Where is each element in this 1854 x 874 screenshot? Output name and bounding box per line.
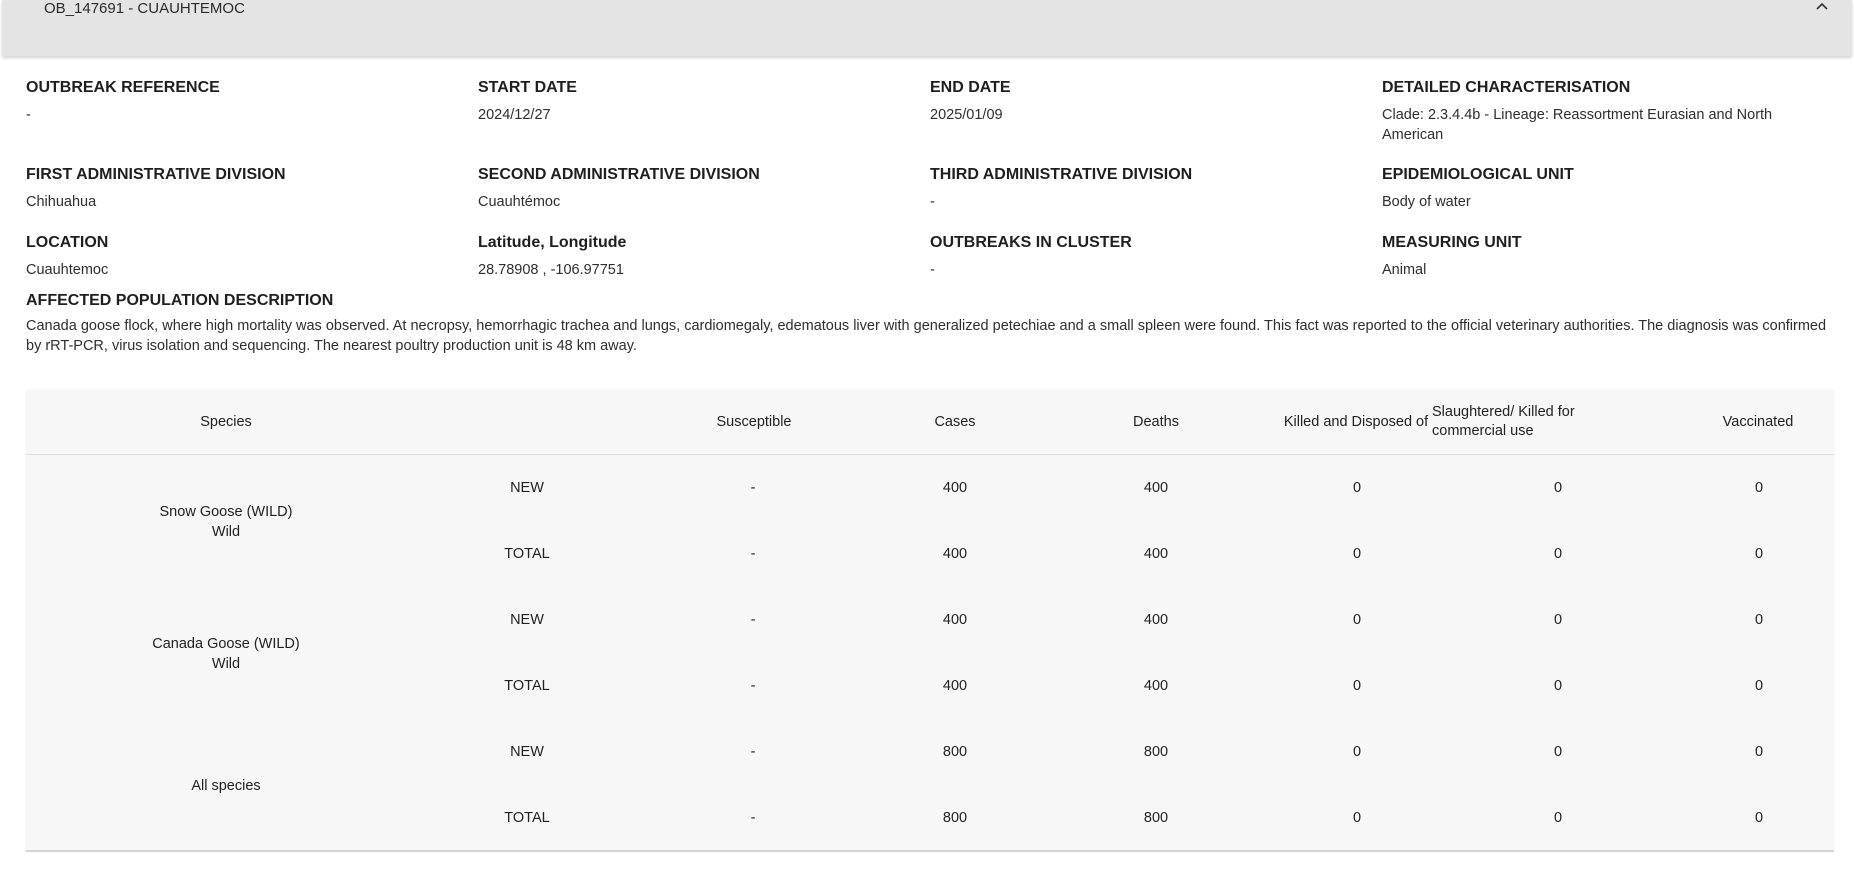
cell-cases: 400: [942, 546, 968, 562]
field-start-date: START DATE 2024/12/27: [478, 78, 577, 125]
cell-vaccinated: 0: [1754, 678, 1764, 694]
header-species: Species: [200, 413, 252, 430]
row-type: NEW: [510, 744, 544, 760]
field-second-admin-division: SECOND ADMINISTRATIVE DIVISION Cuauhtémo…: [478, 165, 760, 212]
row-type: NEW: [510, 480, 544, 496]
field-lat-long: Latitude, Longitude 28.78908 , -106.9775…: [478, 233, 626, 280]
cell-slaughtered: 0: [1553, 480, 1563, 496]
field-value: Clade: 2.3.4.4b - Lineage: Reassortment …: [1382, 107, 1773, 143]
table-header: Species Susceptible Cases Deaths Killed …: [26, 390, 1834, 455]
field-label: OUTBREAKS IN CLUSTER: [930, 234, 1132, 251]
field-value: -: [930, 262, 935, 278]
cell-slaughtered: 0: [1553, 612, 1563, 628]
field-detailed-characterisation: DETAILED CHARACTERISATION Clade: 2.3.4.4…: [1382, 78, 1822, 145]
outbreak-panel-header[interactable]: OB_147691 - CUAUHTEMOC: [2, 0, 1852, 56]
cell-vaccinated: 0: [1754, 612, 1764, 628]
cell-killed: 0: [1352, 744, 1362, 760]
cell-cases: 400: [942, 612, 968, 628]
cell-slaughtered: 0: [1553, 678, 1563, 694]
cell-vaccinated: 0: [1754, 546, 1764, 562]
cell-vaccinated: 0: [1754, 744, 1764, 760]
cell-deaths: 400: [1143, 612, 1169, 628]
header-cases: Cases: [934, 413, 976, 430]
table-row: NEW - 800 800 0 0 0: [26, 742, 1834, 808]
header-susceptible: Susceptible: [716, 413, 792, 430]
cell-susceptible: -: [750, 480, 756, 496]
field-value: Cuauhtémoc: [478, 194, 561, 210]
cell-susceptible: -: [750, 810, 756, 826]
row-type: TOTAL: [504, 678, 550, 694]
outbreak-panel-title: OB_147691 - CUAUHTEMOC: [44, 0, 245, 17]
row-type: TOTAL: [504, 546, 550, 562]
field-label: DETAILED CHARACTERISATION: [1382, 79, 1631, 96]
field-value: Chihuahua: [26, 194, 97, 210]
cell-susceptible: -: [750, 612, 756, 628]
field-label: LOCATION: [26, 234, 109, 251]
affected-population-label: AFFECTED POPULATION DESCRIPTION: [26, 292, 334, 309]
row-type: NEW: [510, 612, 544, 628]
cell-cases: 400: [942, 480, 968, 496]
cell-killed: 0: [1352, 810, 1362, 826]
field-value: -: [26, 107, 31, 123]
cell-vaccinated: 0: [1754, 810, 1764, 826]
field-label: OUTBREAK REFERENCE: [26, 79, 220, 96]
cell-susceptible: -: [750, 744, 756, 760]
cell-susceptible: -: [750, 546, 756, 562]
field-value: 28.78908 , -106.97751: [478, 262, 624, 278]
cell-cases: 400: [942, 678, 968, 694]
cell-vaccinated: 0: [1754, 480, 1764, 496]
field-end-date: END DATE 2025/01/09: [930, 78, 1011, 125]
field-label: Latitude, Longitude: [478, 234, 627, 251]
cell-cases: 800: [942, 810, 968, 826]
header-vaccinated: Vaccinated: [1722, 413, 1794, 430]
field-value: Cuauhtemoc: [26, 262, 109, 278]
field-label: EPIDEMIOLOGICAL UNIT: [1382, 166, 1574, 183]
chevron-up-icon[interactable]: [1814, 0, 1830, 14]
cell-killed: 0: [1352, 480, 1362, 496]
field-outbreak-reference: OUTBREAK REFERENCE -: [26, 78, 220, 125]
cell-killed: 0: [1352, 612, 1362, 628]
cell-susceptible: -: [750, 678, 756, 694]
field-value: -: [930, 194, 935, 210]
cell-deaths: 400: [1143, 480, 1169, 496]
header-slaughtered: Slaughtered/ Killed for commercial use: [1432, 404, 1575, 439]
field-label: MEASURING UNIT: [1382, 234, 1522, 251]
field-outbreaks-in-cluster: OUTBREAKS IN CLUSTER -: [930, 233, 1132, 280]
row-type: TOTAL: [504, 810, 550, 826]
species-table: Species Susceptible Cases Deaths Killed …: [26, 390, 1834, 852]
header-deaths: Deaths: [1133, 413, 1179, 430]
field-label: START DATE: [478, 79, 577, 96]
cell-cases: 800: [942, 744, 968, 760]
table-row: NEW - 400 400 0 0 0: [26, 610, 1834, 676]
field-label: END DATE: [930, 79, 1011, 96]
table-row: TOTAL - 800 800 0 0 0: [26, 808, 1834, 874]
table-row: TOTAL - 400 400 0 0 0: [26, 676, 1834, 742]
cell-slaughtered: 0: [1553, 810, 1563, 826]
cell-killed: 0: [1352, 678, 1362, 694]
field-first-admin-division: FIRST ADMINISTRATIVE DIVISION Chihuahua: [26, 165, 286, 212]
field-value: 2024/12/27: [478, 107, 551, 123]
field-label: FIRST ADMINISTRATIVE DIVISION: [26, 166, 286, 183]
field-location: LOCATION Cuauhtemoc: [26, 233, 108, 280]
header-killed: Killed and Disposed of: [1283, 413, 1429, 430]
affected-population: AFFECTED POPULATION DESCRIPTION Canada g…: [26, 291, 1836, 356]
field-third-admin-division: THIRD ADMINISTRATIVE DIVISION -: [930, 165, 1192, 212]
field-label: THIRD ADMINISTRATIVE DIVISION: [930, 166, 1193, 183]
cell-deaths: 800: [1143, 810, 1169, 826]
cell-deaths: 400: [1143, 678, 1169, 694]
table-row: NEW - 400 400 0 0 0: [26, 478, 1834, 544]
cell-killed: 0: [1352, 546, 1362, 562]
cell-slaughtered: 0: [1553, 744, 1563, 760]
field-measuring-unit: MEASURING UNIT Animal: [1382, 233, 1822, 280]
field-label: SECOND ADMINISTRATIVE DIVISION: [478, 166, 760, 183]
cell-deaths: 800: [1143, 744, 1169, 760]
field-value: Animal: [1382, 262, 1427, 278]
field-epidemiological-unit: EPIDEMIOLOGICAL UNIT Body of water: [1382, 165, 1822, 212]
field-value: 2025/01/09: [930, 107, 1003, 123]
cell-slaughtered: 0: [1553, 546, 1563, 562]
field-value: Body of water: [1382, 194, 1471, 210]
cell-deaths: 400: [1143, 546, 1169, 562]
affected-population-text: Canada goose flock, where high mortality…: [26, 318, 1827, 354]
table-row: TOTAL - 400 400 0 0 0: [26, 544, 1834, 610]
